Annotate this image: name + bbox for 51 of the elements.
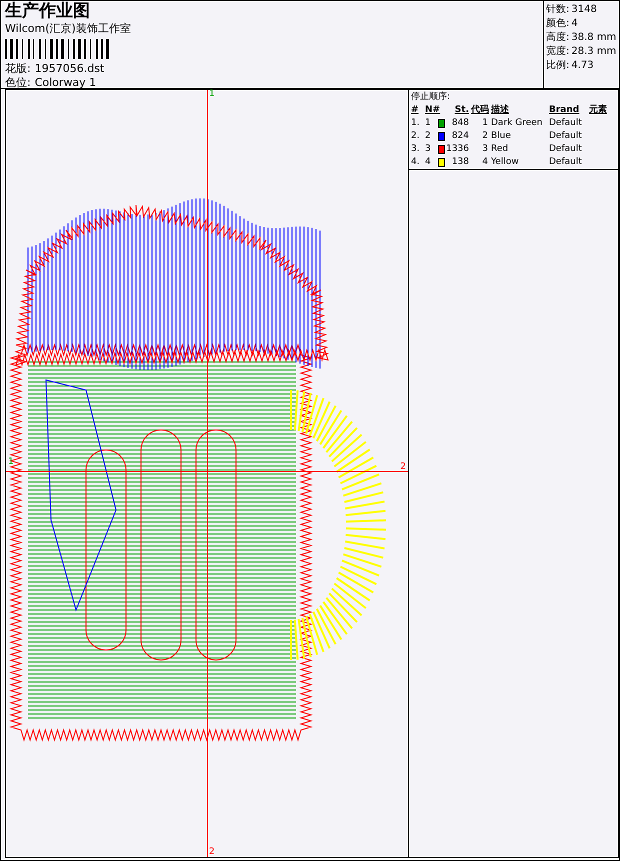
column-header: St. [454, 104, 470, 117]
table-cell-text: Default [549, 156, 583, 169]
table-cell-text: 848 [450, 117, 470, 130]
field-label: 花版: [5, 62, 31, 76]
table-cell-text: 4. [411, 156, 421, 169]
axis-label: 2 [400, 461, 406, 474]
field-value: 1957056.dst [34, 62, 104, 76]
column-header: 描述 [491, 104, 510, 117]
stat-value: 4.73 [571, 59, 594, 73]
table-cell-text: 1. [411, 117, 421, 130]
table-cell-text: Default [549, 130, 583, 143]
table-cell-text: 2. [411, 130, 421, 143]
column-header: 代码 [471, 104, 490, 117]
table-cell: 3 [425, 143, 431, 156]
table-cell-text: 1336 [445, 143, 470, 156]
studio-name: Wilcom(汇京)装饰工作室 [5, 22, 132, 36]
axis-label: 2 [209, 846, 215, 858]
stop-sequence-title: 停止顺序: [411, 91, 452, 104]
column-header: 元素 [589, 104, 608, 117]
column-header: Brand [549, 104, 580, 117]
table-cell-text: 138 [450, 156, 470, 169]
column-header: N# [425, 104, 442, 117]
table-cell: 4 [425, 156, 431, 169]
document-title: 生产作业图 [5, 1, 91, 21]
stat-label: 宽度: [546, 45, 570, 59]
stat-value: 38.8 mm [571, 31, 616, 45]
table-cell: 1 [425, 117, 431, 130]
field-label: 色位: [5, 76, 31, 90]
table-cell-text: Default [549, 117, 583, 130]
table-cell-text: Blue [491, 130, 512, 143]
axis-label: 1 [209, 88, 215, 101]
table-cell-text: Red [491, 143, 510, 156]
column-header: # [411, 104, 420, 117]
table-cell-text: Dark Green [491, 117, 544, 130]
table-cell-text: 3. [411, 143, 421, 156]
stat-label: 颜色: [546, 17, 570, 31]
stat-value: 3148 [571, 3, 597, 17]
stat-label: 比例: [546, 59, 570, 73]
table-cell-text: Yellow [491, 156, 520, 169]
stat-value: 28.3 mm [571, 45, 616, 59]
stat-label: 针数: [546, 3, 570, 17]
stat-label: 高度: [546, 31, 570, 45]
table-cell-text: 1 [481, 117, 489, 130]
table-cell-text: Default [549, 143, 583, 156]
stat-value: 4 [571, 17, 578, 31]
table-cell: 2 [425, 130, 431, 143]
table-cell-text: 824 [450, 130, 470, 143]
field-value: Colorway 1 [34, 76, 96, 90]
table-cell-text: 2 [481, 130, 489, 143]
table-cell-text: 3 [481, 143, 489, 156]
table-cell-text: 4 [481, 156, 489, 169]
